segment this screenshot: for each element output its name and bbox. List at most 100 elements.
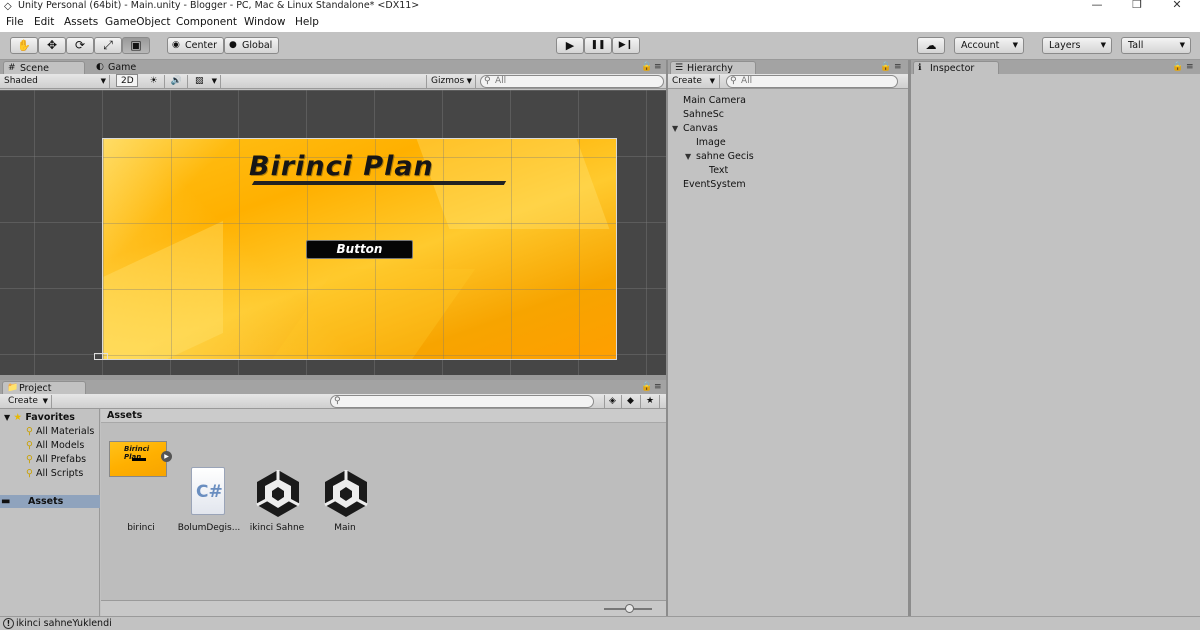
minimize-button[interactable]: —	[1082, 0, 1112, 12]
scene-search-input[interactable]: ⚲ All	[480, 75, 664, 88]
canvas-ui-button[interactable]: Button	[306, 240, 413, 259]
gizmos-dropdown[interactable]: Gizmos ▼	[426, 75, 476, 88]
menu-file[interactable]: File	[6, 16, 24, 29]
info-icon: !	[3, 618, 14, 629]
csharp-glyph: C#	[196, 482, 223, 502]
hierarchy-item[interactable]: Main Camera	[683, 94, 746, 107]
star-icon: ★	[13, 412, 22, 423]
project-tabstrip: 📁 Project 🔒 ≡	[0, 380, 666, 394]
hierarchy-item[interactable]: Canvas	[683, 122, 718, 135]
assets-folder-label: Assets	[28, 496, 64, 507]
favorites-node[interactable]: ▼ ★ Favorites	[4, 411, 75, 424]
tab-inspector[interactable]: ℹ Inspector	[913, 61, 999, 74]
zoom-slider-thumb[interactable]	[625, 604, 634, 613]
inspector-panel: ℹ Inspector 🔒 ≡	[911, 60, 1200, 616]
favorites-item[interactable]: ⚲ All Scripts	[26, 467, 83, 480]
status-message[interactable]: ikinci sahneYuklendi	[16, 617, 112, 630]
play-icon[interactable]: ▶	[161, 451, 172, 462]
gizmos-label: Gizmos	[431, 76, 465, 86]
panel-menu-icon[interactable]: ≡	[894, 62, 902, 72]
pause-button[interactable]: ❚❚	[584, 37, 612, 54]
search-filter-icon: ⚲	[26, 468, 33, 479]
hierarchy-item[interactable]: Text	[709, 164, 728, 177]
menu-component[interactable]: Component	[176, 16, 237, 29]
expand-arrow-icon[interactable]: ▼	[685, 150, 691, 163]
lock-icon[interactable]: 🔒	[641, 62, 652, 72]
close-button[interactable]: ✕	[1162, 0, 1192, 12]
status-bar: ! ikinci sahneYuklendi	[0, 616, 1200, 630]
expand-arrow-icon[interactable]: ▼	[672, 122, 678, 135]
layout-label: Tall	[1128, 40, 1144, 51]
favorites-item[interactable]: ⚲ All Models	[26, 439, 84, 452]
menu-gameobject[interactable]: GameObject	[105, 16, 170, 29]
menu-assets[interactable]: Assets	[64, 16, 98, 29]
scene-effects-dropdown[interactable]: ▨ ▼	[191, 75, 221, 88]
hierarchy-search-input[interactable]: ⚲ All	[726, 75, 898, 88]
chevron-down-icon: ▼	[100, 77, 106, 85]
rotate-tool-button[interactable]: ⟳	[66, 37, 94, 54]
menu-edit[interactable]: Edit	[34, 16, 54, 29]
scene-viewport[interactable]: Birinci Plan Button	[0, 90, 666, 375]
unity-scene-icon	[256, 470, 300, 517]
menu-window[interactable]: Window	[244, 16, 285, 29]
lock-icon[interactable]: 🔒	[641, 382, 652, 392]
space-global-toggle[interactable]: ● Global	[224, 37, 279, 54]
chevron-down-icon: ▼	[1179, 41, 1185, 49]
main-toolbar: ✋ ✥ ⟳ ⤢ ▣ ◉ Center ● Global ▶ ❚❚ ▶❙ ☁ Ac…	[0, 32, 1200, 60]
hierarchy-item[interactable]: sahne Gecis	[696, 150, 754, 163]
tab-scene[interactable]: # Scene	[3, 61, 85, 74]
hierarchy-create-dropdown[interactable]: Create ▼	[668, 75, 720, 88]
scene-lighting-toggle[interactable]: ☀	[143, 75, 165, 88]
scale-tool-button[interactable]: ⤢	[94, 37, 122, 54]
favorites-item[interactable]: ⚲ All Prefabs	[26, 453, 86, 466]
chevron-down-icon: ▼	[1100, 41, 1106, 49]
panel-menu-icon[interactable]: ≡	[654, 382, 662, 392]
mode-2d-toggle[interactable]: 2D	[116, 74, 138, 87]
search-icon: ⚲	[484, 76, 491, 86]
panel-menu-icon[interactable]: ≡	[654, 62, 662, 72]
lock-icon[interactable]: 🔒	[880, 62, 891, 72]
assets-folder-node[interactable]: ▬ Assets	[0, 495, 100, 508]
shading-mode-label: Shaded	[4, 76, 38, 86]
canvas-title-text[interactable]: Birinci Plan	[249, 151, 434, 182]
account-dropdown[interactable]: Account ▼	[954, 37, 1024, 54]
image-thumbnail: Birinci Plan	[109, 441, 167, 477]
favorites-item[interactable]: ⚲ All Materials	[26, 425, 94, 438]
tab-game[interactable]: ◐ Game	[92, 61, 162, 74]
rect-handle[interactable]	[94, 353, 108, 360]
scene-tabstrip: # Scene ◐ Game 🔒 ≡	[0, 60, 666, 74]
search-icon: ⚲	[334, 396, 341, 406]
rect-tool-button[interactable]: ▣	[122, 37, 150, 54]
favorites-label: Favorites	[25, 412, 75, 423]
shading-mode-dropdown[interactable]: Shaded ▼	[0, 75, 110, 88]
hand-tool-button[interactable]: ✋	[10, 37, 38, 54]
hierarchy-item[interactable]: Image	[696, 136, 726, 149]
tab-hierarchy[interactable]: ☰ Hierarchy	[670, 61, 756, 74]
project-search-input[interactable]: ⚲	[330, 395, 594, 408]
step-button[interactable]: ▶❙	[612, 37, 640, 54]
pivot-center-toggle[interactable]: ◉ Center	[167, 37, 224, 54]
scene-audio-toggle[interactable]: 🔊	[166, 75, 188, 88]
menu-help[interactable]: Help	[295, 16, 319, 29]
restore-button[interactable]: ❐	[1122, 0, 1152, 12]
filter-by-label-icon[interactable]: ◆	[623, 395, 641, 408]
cloud-button[interactable]: ☁	[917, 37, 945, 54]
thumbnail-zoom-slider[interactable]	[604, 604, 652, 613]
project-folder-tree: ▼ ★ Favorites ⚲ All Materials ⚲ All Models ⚲…	[0, 409, 100, 616]
asset-label: BolumDegis...	[177, 523, 241, 533]
panel-menu-icon[interactable]: ≡	[1186, 62, 1194, 72]
canvas-background-image[interactable]: Birinci Plan Button	[102, 138, 617, 360]
play-button[interactable]: ▶	[556, 37, 584, 54]
menu-bar: File Edit Assets GameObject Component Wi…	[0, 13, 1200, 32]
layout-dropdown[interactable]: Tall ▼	[1121, 37, 1191, 54]
layers-dropdown[interactable]: Layers ▼	[1042, 37, 1112, 54]
filter-by-type-icon[interactable]: ◈	[604, 395, 622, 408]
lock-icon[interactable]: 🔒	[1172, 62, 1183, 72]
project-create-dropdown[interactable]: Create ▼	[4, 395, 52, 408]
asset-label: Main	[334, 523, 356, 533]
hierarchy-item[interactable]: SahneSc	[683, 108, 724, 121]
favorite-star-icon[interactable]: ★	[642, 395, 660, 408]
hierarchy-item[interactable]: EventSystem	[683, 178, 746, 191]
tab-project[interactable]: 📁 Project	[2, 381, 86, 394]
move-tool-button[interactable]: ✥	[38, 37, 66, 54]
